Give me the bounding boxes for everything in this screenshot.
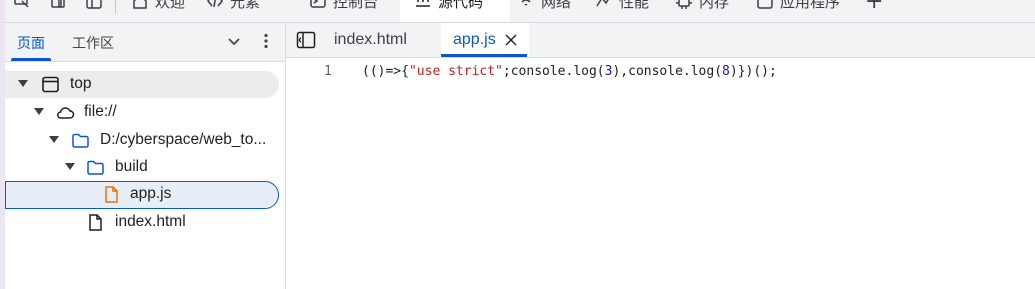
code-punct: )})(); [729, 64, 777, 79]
code-string: "use strict" [408, 64, 503, 79]
navigator-tabs: 页面 工作区 [5, 23, 285, 62]
welcome-icon [133, 0, 147, 9]
editor-tab-bar: index.html app.js [286, 23, 1035, 58]
wifi-icon [521, 0, 531, 6]
tree-item-label: index.html [115, 213, 186, 230]
tab-workspace[interactable]: 工作区 [72, 33, 114, 53]
tab-application[interactable]: 应用程序 [756, 0, 840, 12]
tab-network[interactable]: 网络 [517, 0, 571, 12]
tab-network-label: 网络 [541, 0, 572, 11]
tab-memory[interactable]: 内存 [675, 0, 729, 12]
code-line[interactable]: (()=>{"use strict";console.log(3),consol… [362, 64, 777, 79]
tree-item-label: build [115, 158, 148, 175]
sources-icon [416, 0, 430, 7]
memory-icon [676, 0, 692, 9]
toolbar-divider [115, 0, 116, 14]
tab-memory-label: 内存 [699, 0, 730, 11]
application-icon [757, 0, 773, 9]
tree-item-index-html[interactable]: index.html [5, 209, 279, 236]
tree-item-top[interactable]: top [5, 71, 279, 98]
more-tools-button[interactable]: + [865, 0, 884, 14]
tab-elements[interactable]: 元素 [206, 0, 260, 12]
tab-console[interactable]: 控制台 [309, 0, 378, 12]
navigator-sidebar: 页面 工作区 top file:// D:/cyberspace/web_to.… [5, 23, 286, 289]
tree-item-label: file:// [84, 103, 117, 120]
expand-arrow-icon[interactable] [18, 80, 28, 87]
tab-performance[interactable]: 性能 [595, 0, 649, 12]
active-tab-indicator [11, 58, 51, 61]
tab-elements-label: 元素 [230, 0, 261, 11]
tab-sources[interactable]: 源代码 [414, 0, 483, 12]
tab-page[interactable]: 页面 [17, 33, 45, 53]
tree-item-app-js[interactable]: app.js [5, 181, 279, 209]
editor-tab-label: app.js [453, 31, 496, 48]
tab-console-label: 控制台 [333, 0, 379, 11]
js-file-icon [105, 186, 118, 203]
devtools-toolbar: 欢迎 元素 控制台 源代码 网络 性能 内存 应用程序 + [5, 0, 1035, 23]
tree-item-project-folder[interactable]: D:/cyberspace/web_to... [5, 127, 279, 154]
line-number: 1 [324, 64, 332, 79]
active-editor-tab-indicator [441, 54, 527, 57]
code-punct: (()=>{ [362, 64, 409, 79]
code-punct: ),console.log( [612, 64, 723, 79]
file-icon [89, 214, 102, 231]
toggle-navigator-icon[interactable] [296, 31, 316, 49]
editor-tab-index-html[interactable]: index.html [334, 23, 407, 57]
folder-icon [87, 160, 104, 175]
editor-tab-label: index.html [334, 31, 407, 48]
cloud-icon [57, 107, 75, 119]
tab-welcome[interactable]: 欢迎 [131, 0, 185, 12]
folder-icon [72, 133, 89, 148]
code-punct: ;console.log( [502, 64, 605, 79]
close-icon[interactable] [505, 34, 517, 46]
tree-item-label: top [70, 75, 92, 92]
tab-welcome-label: 欢迎 [155, 0, 186, 11]
code-number: 8 [722, 64, 730, 79]
editor-tab-app-js[interactable]: app.js [441, 23, 529, 57]
device-emulation-icon[interactable] [49, 0, 67, 12]
code-editor[interactable]: 1 (()=>{"use strict";console.log(3),cons… [286, 58, 1035, 289]
elements-icon [207, 0, 223, 8]
tree-item-label: D:/cyberspace/web_to... [100, 131, 267, 148]
add-icon: + [865, 0, 884, 14]
window-icon [42, 76, 59, 93]
more-options-icon[interactable] [257, 32, 275, 50]
console-icon [310, 0, 326, 8]
dock-icon[interactable] [85, 0, 103, 12]
inspect-element-icon[interactable] [13, 0, 31, 12]
tree-item-file[interactable]: file:// [5, 99, 279, 126]
tab-application-label: 应用程序 [780, 0, 841, 11]
tab-sources-label: 源代码 [438, 0, 484, 11]
performance-icon [596, 0, 609, 7]
expand-arrow-icon[interactable] [49, 136, 59, 143]
expand-arrow-icon[interactable] [65, 163, 75, 170]
tree-item-build[interactable]: build [5, 154, 279, 181]
tree-item-label: app.js [130, 185, 172, 202]
chevron-down-icon[interactable] [225, 32, 243, 50]
expand-arrow-icon[interactable] [34, 108, 44, 115]
tab-performance-label: 性能 [619, 0, 650, 11]
